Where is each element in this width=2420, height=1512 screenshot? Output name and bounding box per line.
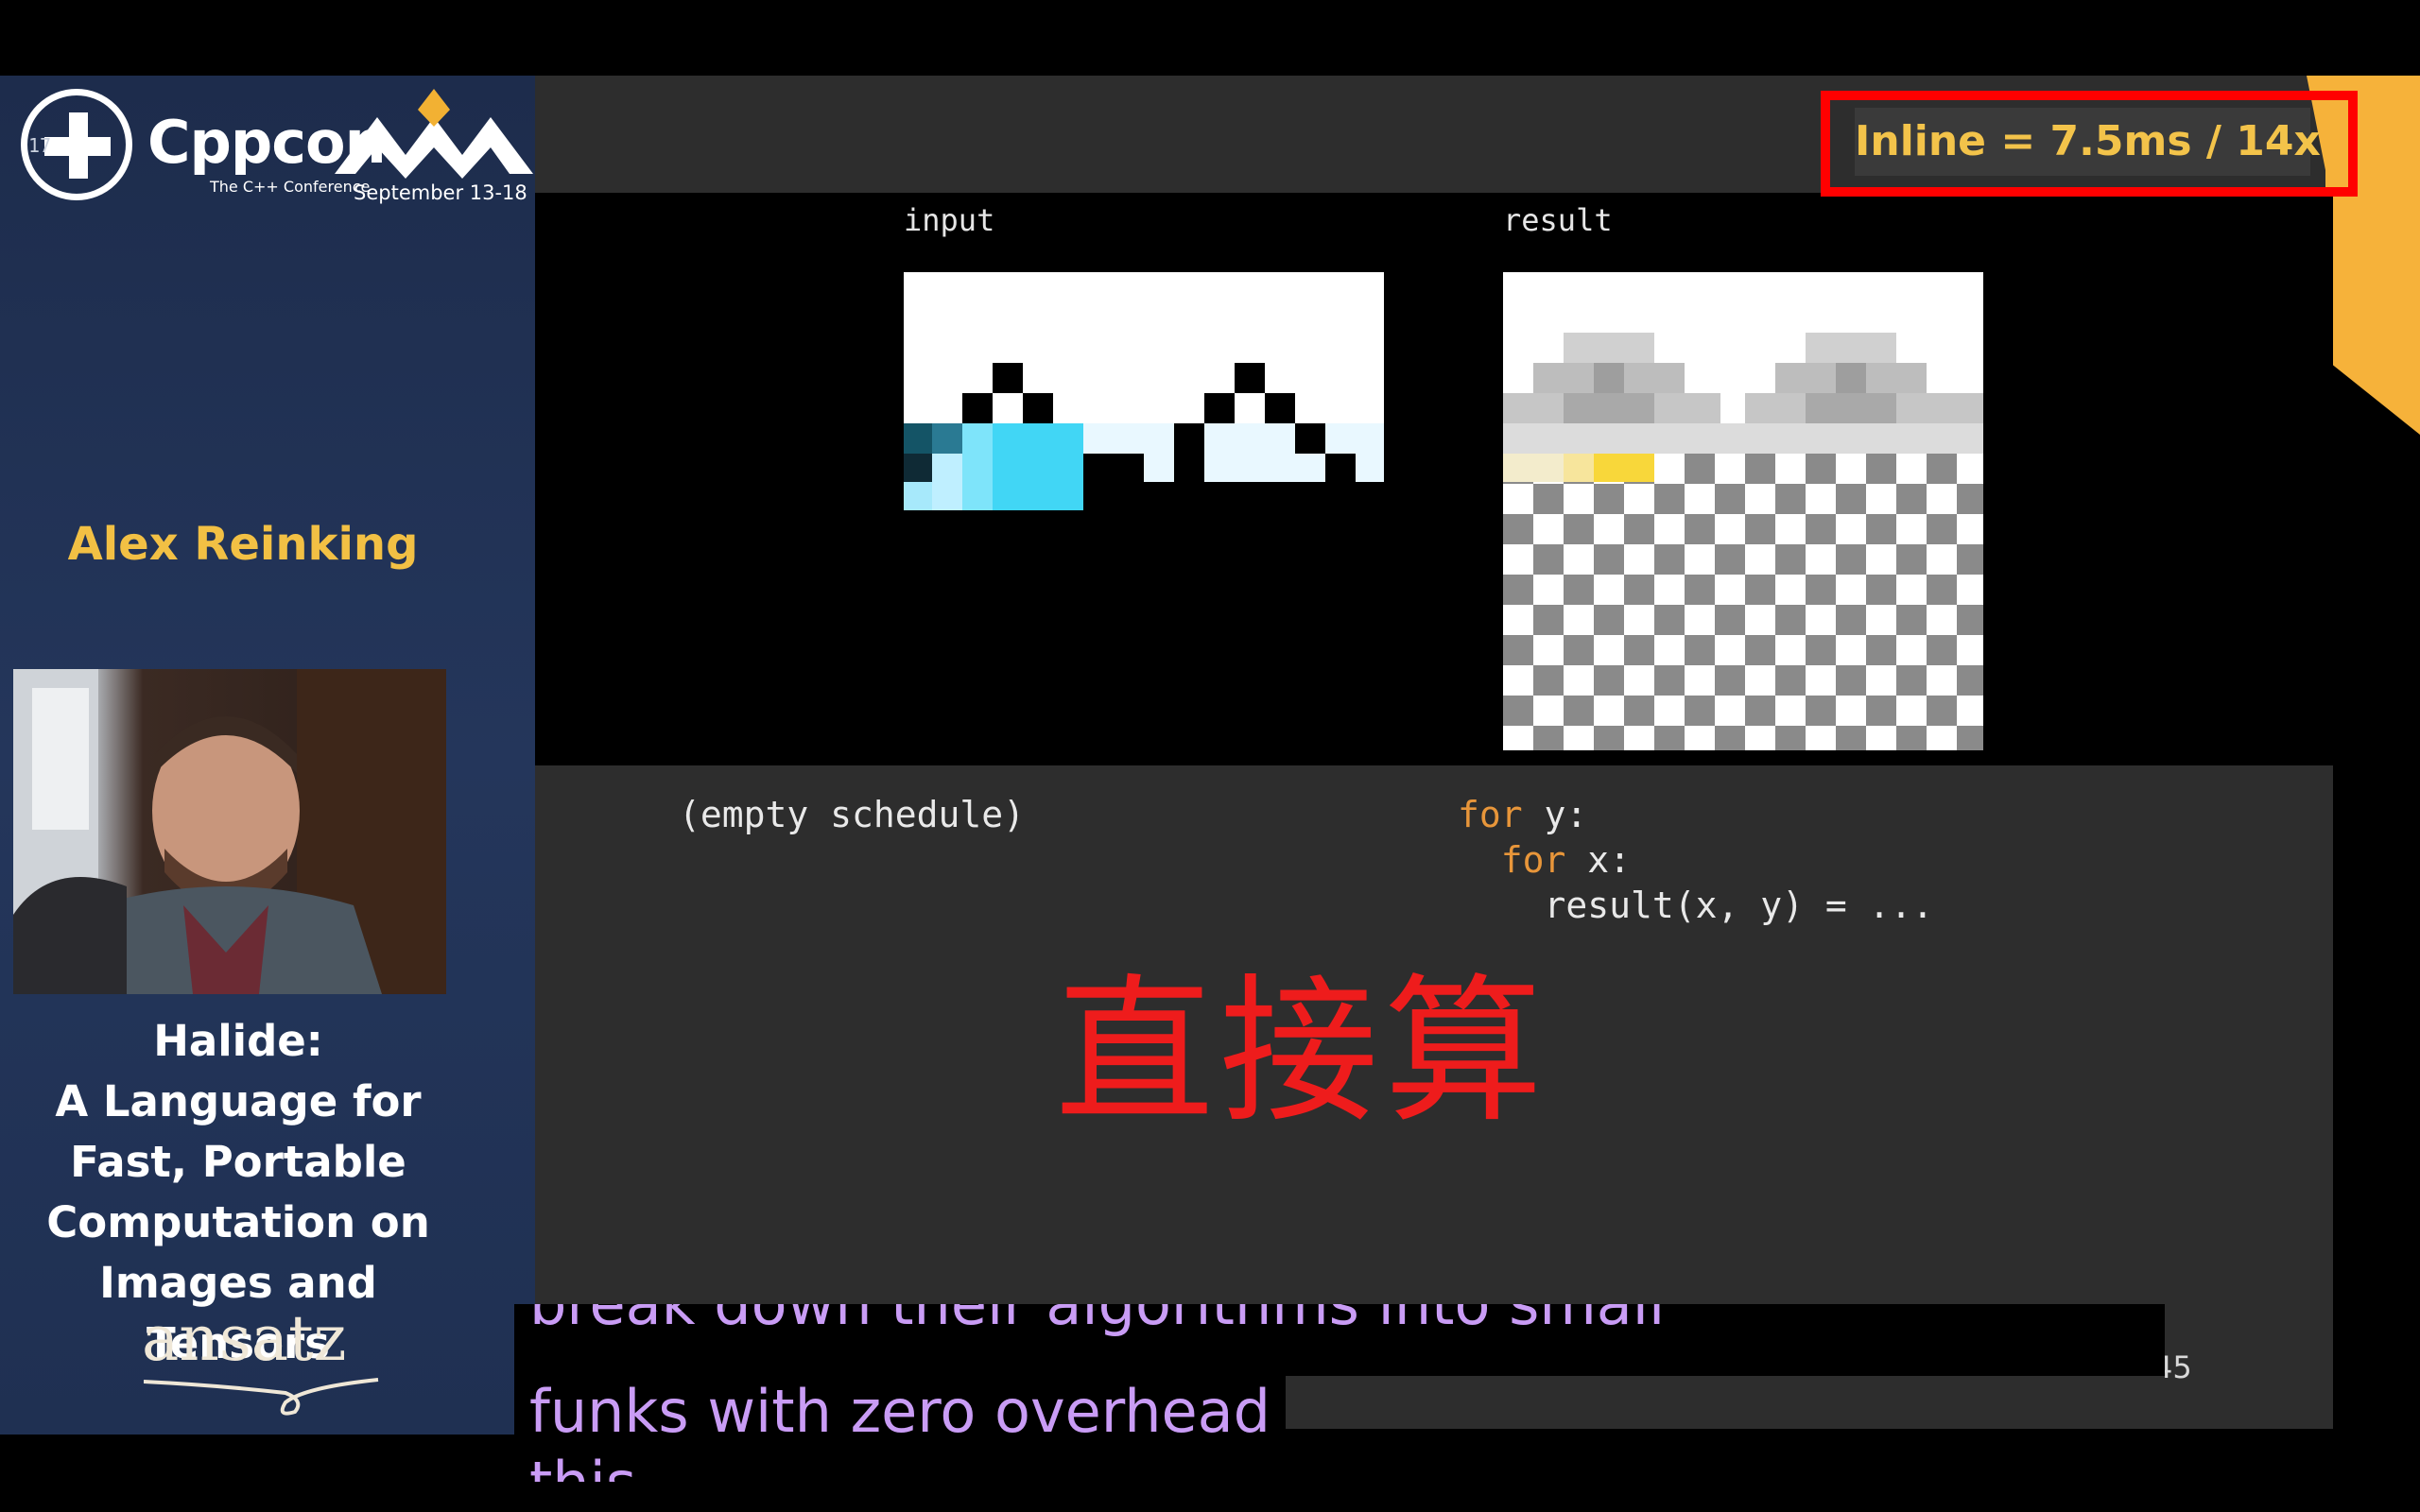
conference-dates: September 13-18	[354, 181, 527, 204]
result-image	[1503, 272, 1983, 750]
caption-text: break down their algorithms into small	[529, 1304, 1665, 1338]
result-label: result	[1503, 202, 1613, 238]
caption-line-2: funks with zero overhead	[514, 1376, 1286, 1450]
code-keyword: for	[1458, 794, 1523, 835]
overlay-annotation: 直接算	[1055, 959, 1548, 1144]
speaker-name: Alex Reinking	[67, 518, 419, 571]
logo-counter: 17	[28, 134, 52, 157]
code-text: x:	[1565, 839, 1632, 881]
speaker-video	[13, 669, 446, 994]
loop-code-block: for y: for x: result(x, y) = ...	[1458, 792, 1933, 928]
mountains-logo-icon	[335, 89, 533, 179]
empty-schedule-text: (empty schedule)	[679, 794, 1026, 835]
ansatz-swash-icon	[144, 1378, 379, 1416]
input-label: input	[904, 202, 995, 238]
talk-title-line: Computation on	[46, 1197, 430, 1247]
input-image	[904, 272, 1384, 510]
talk-title-line: A Language for	[55, 1076, 422, 1126]
timing-badge: Inline = 7.5ms / 14x	[1855, 108, 2321, 176]
code-text: result(x, y) = ...	[1544, 885, 1934, 926]
caption-text: this	[529, 1450, 636, 1482]
talk-title-line: Fast, Portable	[70, 1137, 406, 1187]
slide-image-panel	[535, 193, 2333, 765]
conference-sidebar: 17 Cppcon The C++ Conference September 1…	[0, 76, 535, 1435]
caption-text: funks with zero overhead	[529, 1377, 1270, 1446]
sponsor-name: ansatz	[142, 1302, 347, 1375]
top-letterbox	[0, 0, 2420, 76]
talk-title-line: Halide:	[153, 1016, 323, 1066]
code-keyword: for	[1500, 839, 1566, 881]
caption-line-1: break down their algorithms into small	[514, 1304, 2165, 1376]
caption-line-3: this	[514, 1450, 677, 1482]
code-text: y:	[1522, 794, 1588, 835]
